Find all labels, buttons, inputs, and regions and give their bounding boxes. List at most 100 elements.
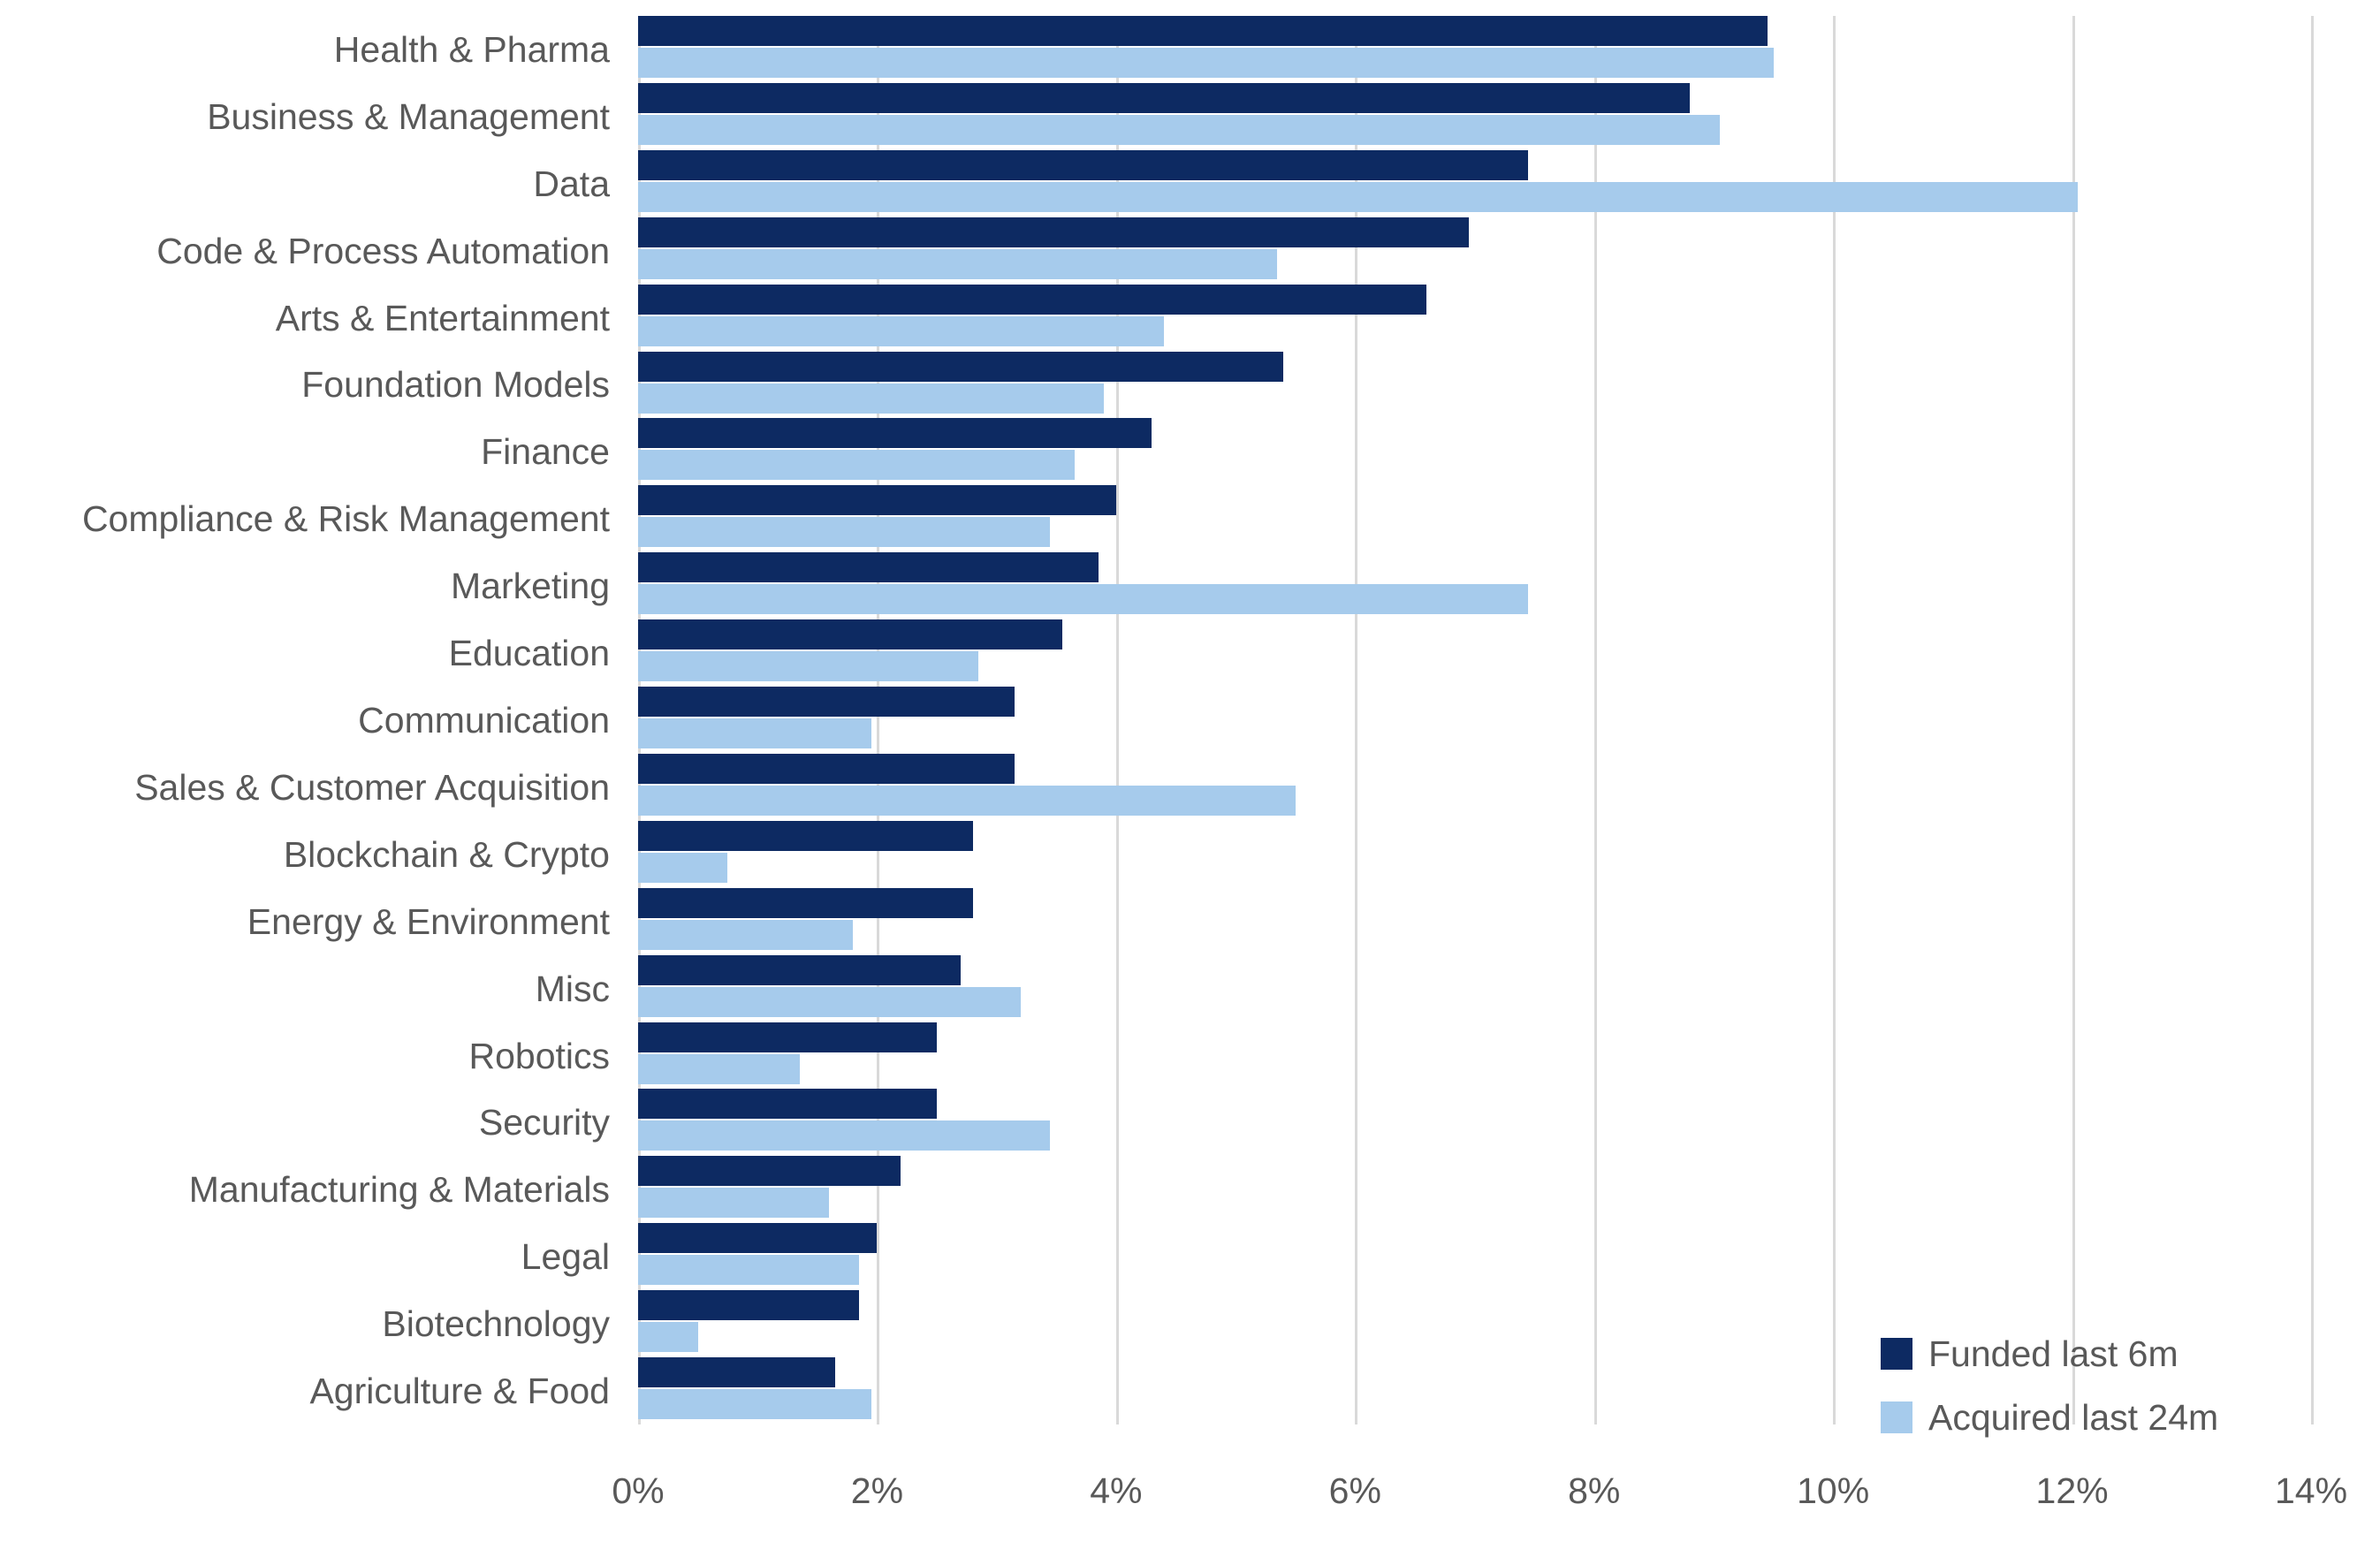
legend-item[interactable]: Acquired last 24m — [1881, 1386, 2376, 1449]
category-axis-labels: Health & Pharma Business & Management Data… — [0, 16, 610, 1424]
bar-row — [638, 1089, 2311, 1156]
category-label: Health & Pharma — [333, 28, 610, 70]
bar-acquired[interactable] — [638, 1120, 1051, 1151]
category-label: Legal — [521, 1236, 610, 1278]
bar-row — [638, 619, 2311, 687]
category-label: Misc — [535, 968, 610, 1009]
bar-funded[interactable] — [638, 619, 1062, 650]
bar-row — [638, 552, 2311, 619]
plot-area — [638, 16, 2314, 1424]
category-label: Arts & Entertainment — [275, 297, 610, 338]
bar-row — [638, 753, 2311, 821]
x-tick-label: 8% — [1568, 1470, 1621, 1511]
bar-funded[interactable] — [638, 954, 962, 985]
bar-acquired[interactable] — [638, 1322, 698, 1353]
bar-row — [638, 954, 2311, 1022]
category-label: Finance — [481, 431, 610, 473]
x-tick-label: 2% — [850, 1470, 904, 1511]
category-label: Energy & Environment — [247, 900, 610, 942]
legend-label: Acquired last 24m — [1928, 1397, 2219, 1438]
bar-acquired[interactable] — [638, 114, 1720, 145]
bar-funded[interactable] — [638, 284, 1427, 315]
x-tick-label: 4% — [1090, 1470, 1143, 1511]
legend-swatch-icon — [1881, 1401, 1912, 1433]
category-label: Manufacturing & Materials — [188, 1169, 610, 1211]
bar-funded[interactable] — [638, 1357, 836, 1388]
bar-chart: Health & Pharma Business & Management Data… — [0, 0, 2380, 1542]
bar-acquired[interactable] — [638, 315, 1164, 346]
bar-acquired[interactable] — [638, 1188, 830, 1219]
bar-funded[interactable] — [638, 149, 1529, 180]
category-label: Agriculture & Food — [309, 1371, 610, 1412]
bar-row — [638, 1156, 2311, 1223]
x-tick-label: 10% — [1797, 1470, 1870, 1511]
bar-funded[interactable] — [638, 887, 973, 918]
bar-funded[interactable] — [638, 687, 1015, 718]
x-axis-labels: 0% 2% 4% 6% 8% 10% 12% 14% — [0, 1467, 2380, 1529]
bar-row — [638, 820, 2311, 888]
bar-funded[interactable] — [638, 485, 1116, 516]
category-label: Code & Process Automation — [156, 230, 610, 271]
bar-funded[interactable] — [638, 1223, 878, 1254]
bar-acquired[interactable] — [638, 450, 1075, 481]
bar-funded[interactable] — [638, 16, 1768, 46]
bar-acquired[interactable] — [638, 986, 1021, 1017]
gridline-14 — [2311, 16, 2314, 1424]
bar-funded[interactable] — [638, 351, 1284, 382]
category-label: Security — [478, 1102, 610, 1143]
chart-legend: Funded last 6m Acquired last 24m — [1881, 1322, 2376, 1449]
bar-funded[interactable] — [638, 418, 1152, 449]
bar-acquired[interactable] — [638, 1389, 871, 1420]
bar-acquired[interactable] — [638, 584, 1529, 615]
bar-row — [638, 1223, 2311, 1290]
bar-row — [638, 216, 2311, 285]
bar-acquired[interactable] — [638, 48, 1774, 78]
bar-acquired[interactable] — [638, 919, 854, 950]
x-tick-label: 14% — [2274, 1470, 2348, 1511]
bar-funded[interactable] — [638, 216, 1469, 247]
category-label: Education — [448, 633, 610, 674]
bar-row — [638, 284, 2311, 352]
bar-row — [638, 351, 2311, 419]
category-label: Foundation Models — [301, 364, 610, 406]
bar-funded[interactable] — [638, 1022, 938, 1052]
bar-funded[interactable] — [638, 1089, 938, 1120]
bar-row — [638, 1022, 2311, 1090]
bar-acquired[interactable] — [638, 517, 1051, 548]
bar-acquired[interactable] — [638, 718, 871, 749]
bar-acquired[interactable] — [638, 651, 979, 682]
bar-row — [638, 485, 2311, 552]
bar-acquired[interactable] — [638, 248, 1278, 279]
bar-funded[interactable] — [638, 82, 1690, 113]
bar-acquired[interactable] — [638, 181, 2079, 212]
bar-funded[interactable] — [638, 1290, 860, 1321]
bar-row — [638, 687, 2311, 754]
category-label: Sales & Customer Acquisition — [134, 766, 610, 808]
bar-acquired[interactable] — [638, 1053, 800, 1084]
bar-funded[interactable] — [638, 753, 1015, 784]
legend-swatch-icon — [1881, 1338, 1912, 1370]
legend-label: Funded last 6m — [1928, 1333, 2178, 1374]
bar-acquired[interactable] — [638, 1255, 860, 1286]
bar-funded[interactable] — [638, 820, 973, 851]
x-tick-label: 12% — [2035, 1470, 2109, 1511]
x-tick-label: 0% — [612, 1470, 665, 1511]
bar-row — [638, 82, 2311, 150]
category-label: Marketing — [450, 566, 610, 607]
bar-funded[interactable] — [638, 552, 1099, 583]
bar-row — [638, 16, 2311, 83]
x-tick-label: 6% — [1328, 1470, 1381, 1511]
category-label: Robotics — [468, 1035, 610, 1076]
category-label: Biotechnology — [382, 1303, 610, 1345]
bar-rows — [638, 16, 2311, 1424]
bar-acquired[interactable] — [638, 383, 1105, 414]
category-label: Data — [533, 163, 610, 204]
category-label: Blockchain & Crypto — [283, 833, 610, 875]
bar-row — [638, 149, 2311, 217]
bar-acquired[interactable] — [638, 852, 728, 883]
bar-funded[interactable] — [638, 1156, 901, 1187]
legend-item[interactable]: Funded last 6m — [1881, 1322, 2376, 1386]
bar-row — [638, 418, 2311, 485]
bar-row — [638, 887, 2311, 955]
bar-acquired[interactable] — [638, 785, 1296, 816]
